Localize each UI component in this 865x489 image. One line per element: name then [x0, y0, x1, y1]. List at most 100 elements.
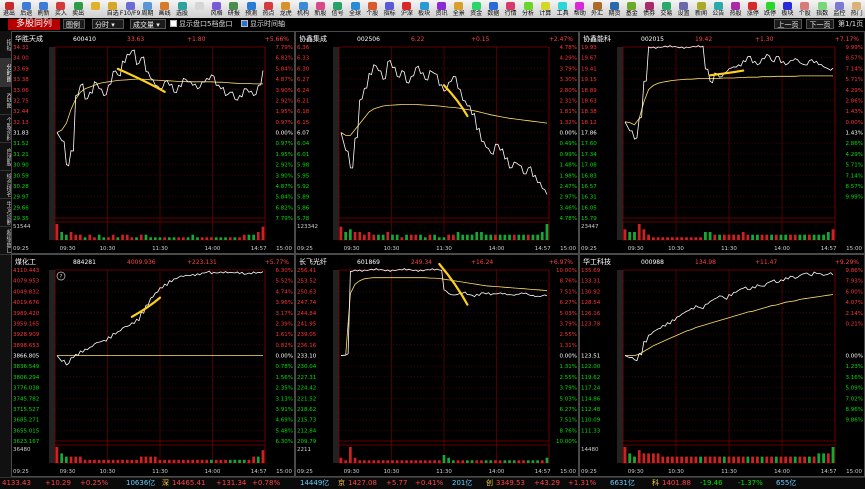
price-tick: 19.93: [581, 45, 597, 51]
index-icon: [817, 2, 827, 10]
volume-bar: [242, 459, 246, 463]
volume-bar: [261, 450, 265, 463]
show-orderbook-label: 显示盘口5档盘口: [179, 20, 233, 28]
stock-panel-002506[interactable]: 协鑫集成 002506 6.22 +0.15 +2.47% 6.36 4.78% 6.33 4.…: [295, 31, 579, 254]
pct-tick: 2.14%: [846, 311, 863, 317]
sidebar-item[interactable]: K线图: [0, 87, 12, 115]
volume-bar: [536, 234, 539, 240]
volume-bar: [144, 456, 148, 463]
sidebar-item[interactable]: 综合排名: [0, 171, 12, 199]
price-tick: 112.48: [581, 407, 601, 413]
volume-bar: [756, 234, 759, 240]
stock-name: 华工科技: [583, 257, 611, 266]
stock-panel-601869[interactable]: 长飞光纤 601869 249.34 +16.24 +6.97% 256.41 10.00%…: [295, 254, 579, 477]
volume-bar: [111, 459, 115, 463]
stock-panel-000988[interactable]: 华工科技 000988 134.98 +11.47 +9.29% 135.69 9.86% 1…: [579, 254, 865, 477]
indicator-select[interactable]: 成交量 ▾: [130, 19, 166, 29]
sidebar-item[interactable]: 牛叉诊断: [0, 199, 12, 227]
price-tick: 29.66: [13, 205, 29, 211]
volume-bar: [628, 232, 632, 240]
pct-tick: 2.92%: [276, 98, 293, 104]
volume-bar: [522, 234, 525, 240]
sidebar-item[interactable]: 个股资料: [0, 115, 12, 143]
ke-amount: 655亿: [776, 479, 797, 487]
sidebar-item[interactable]: 分时图: [0, 59, 12, 87]
price-tick: 16.83: [581, 173, 597, 179]
volume-bar: [139, 456, 143, 463]
volume-bar: [498, 234, 502, 240]
volume-bar: [666, 237, 669, 240]
toolbar-button-trending[interactable]: 热门: [848, 1, 865, 17]
stock-change: +1.30: [755, 36, 774, 43]
time-tick: 09:30: [344, 246, 360, 252]
time-tick: 11:30: [721, 246, 737, 252]
page-title: 多股同列: [8, 19, 60, 30]
price-tick: 17.86: [581, 131, 597, 137]
show-timeaxis-checkbox[interactable]: [241, 20, 248, 27]
time-tick: 09:30: [60, 469, 76, 475]
stock-panel-002015[interactable]: 协鑫能科 002015 19.42 +1.30 +7.17% 19.93 9.99% 19.6…: [579, 31, 865, 254]
stock-panel-884281[interactable]: 煤化工 884281 4009.936 +223.131 +5.77% 4110.443 6…: [11, 254, 295, 477]
volume-bar: [526, 234, 530, 240]
jing-amount: 201亿: [452, 479, 473, 487]
volume-bar: [65, 234, 68, 240]
stock-change: +223.131: [187, 259, 217, 266]
volume-bar: [475, 232, 479, 240]
stock-pct: +5.77%: [265, 259, 289, 266]
volume-bar: [708, 232, 712, 240]
layout-select[interactable]: 图例: [63, 19, 85, 29]
price-tick: 111.33: [581, 428, 601, 434]
pct-tick: 3.17%: [276, 311, 293, 317]
price-tick: 227.31: [297, 375, 316, 381]
stock-pct: +9.29%: [835, 259, 859, 266]
volume-bar: [545, 224, 549, 240]
main-toolbar: 退出 后退 刷新 买入 卖出 自选 F10/F9 周期 画线 选股 风格 研报 预测 热点 龙虎 机构 新股 信号…: [0, 0, 865, 19]
stock-panel-600410[interactable]: 华胜天成 600410 33.63 +1.80 +5.66% 34.31 7.79% 34.0…: [11, 31, 295, 254]
volume-bar: [358, 232, 362, 240]
toolbar-label: 选股: [175, 10, 188, 17]
draw-line-icon: [160, 2, 170, 10]
pct-tick: 10.00%: [556, 439, 577, 445]
volume-bar: [746, 456, 750, 463]
next-page-button[interactable]: 下一页: [806, 19, 834, 29]
time-tick: 11:30: [436, 469, 452, 475]
pct-tick: 1.56%: [276, 375, 293, 381]
sidebar-item[interactable]: 指标: [0, 31, 12, 59]
sidebar-item[interactable]: 自选股: [0, 143, 12, 171]
price-tick: 4110.443: [13, 268, 40, 274]
price-tick: 3866.805: [13, 354, 40, 360]
volume-bar: [694, 237, 698, 240]
period-select[interactable]: 分时 ▾: [92, 19, 124, 29]
volume-bar: [186, 459, 190, 463]
toolbar-button-sell[interactable]: 卖出: [70, 1, 87, 17]
time-tick: 14:00: [774, 469, 790, 475]
market-icon: [402, 2, 412, 10]
toolbar-button-stock-picker[interactable]: 选股: [174, 1, 191, 17]
volume-bar: [391, 234, 394, 240]
price-tick: 209.79: [297, 439, 317, 445]
volume-bar: [210, 459, 213, 463]
intraday-chart: 协鑫集成 002506 6.22 +0.15 +2.47% 6.36 4.78% 6.33 4.…: [295, 31, 579, 254]
time-tick: 14:00: [205, 469, 221, 475]
pct-tick: 9.86%: [846, 268, 863, 274]
show-orderbook-checkbox[interactable]: [170, 20, 177, 27]
pct-tick: 0.00%: [846, 120, 863, 126]
pct-tick: 2.80%: [560, 88, 577, 94]
price-tick: 16.57: [581, 184, 597, 190]
sidebar-item[interactable]: 超级盘口: [0, 227, 12, 255]
price-tick: 3959.165: [13, 321, 40, 327]
volume-bar: [210, 237, 213, 240]
pct-tick: 5.52%: [276, 279, 293, 285]
pct-tick: 7.93%: [846, 279, 863, 285]
price-tick: 130.92: [581, 289, 600, 295]
prev-page-button[interactable]: 上一页: [774, 19, 802, 29]
volume-bar: [466, 234, 469, 240]
price-tick: 247.74: [297, 300, 317, 306]
volume-bar: [344, 232, 347, 240]
volume-bar: [812, 234, 816, 240]
pct-tick: 2.55%: [560, 332, 577, 338]
volume-bar: [93, 237, 96, 240]
price-tick: 230.04: [297, 364, 317, 370]
price-tick: 128.54: [581, 300, 601, 306]
volume-bar: [433, 234, 436, 240]
